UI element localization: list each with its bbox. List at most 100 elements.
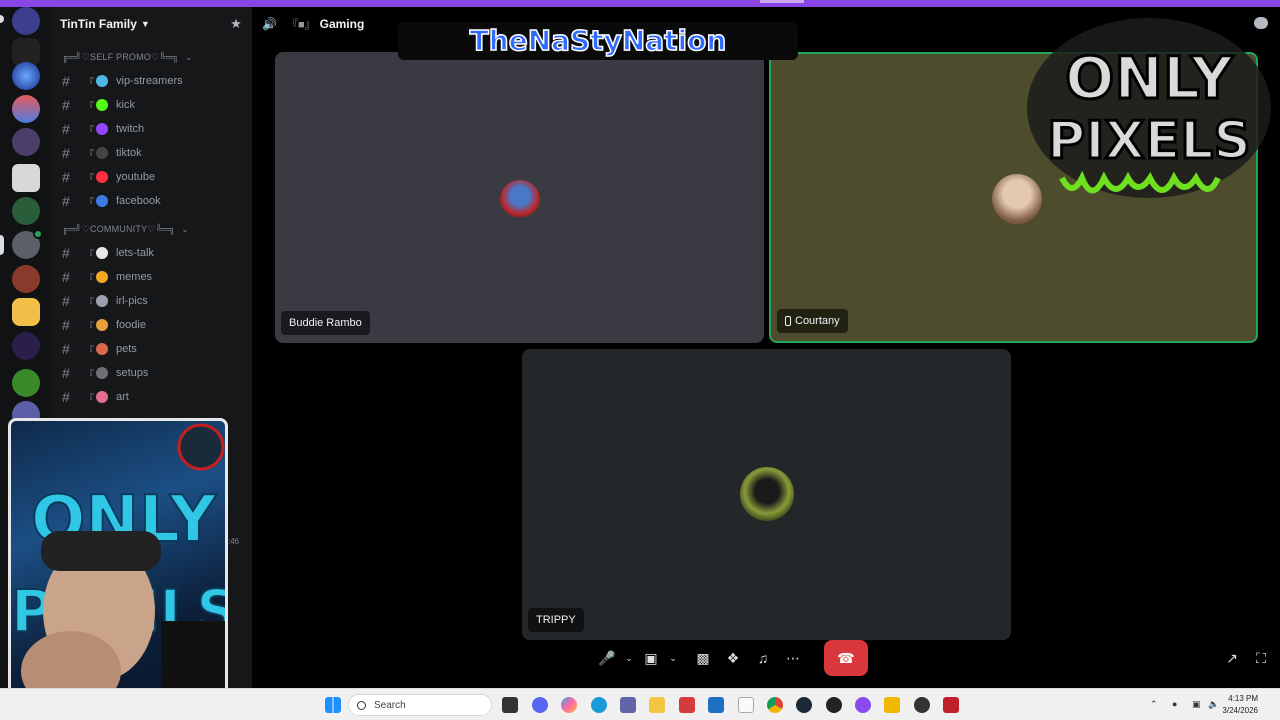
channel-item[interactable]: # 『 foodie: [52, 313, 252, 337]
taskbar-search[interactable]: Search: [348, 694, 492, 716]
server-icon-7[interactable]: [12, 197, 40, 225]
task-view-icon[interactable]: [502, 697, 518, 713]
channel-bracket: 『: [84, 321, 94, 333]
edge-icon[interactable]: [591, 697, 607, 713]
server-icon-6[interactable]: [12, 164, 40, 192]
notepad-icon[interactable]: [738, 697, 754, 713]
channel-label: youtube: [116, 171, 156, 183]
server-icon-9[interactable]: [12, 265, 40, 293]
participant-nameplate: TRIPPY: [528, 608, 584, 632]
channel-emoji-icon: [96, 171, 108, 183]
hashtag-icon: #: [62, 389, 70, 405]
tray-chevron-icon[interactable]: ⌃: [1150, 699, 1158, 710]
taskbar-clock[interactable]: 4:13 PM 3/24/2026: [1222, 693, 1258, 717]
app-blue-icon[interactable]: [708, 697, 724, 713]
channel-item[interactable]: # 『 irl-pics: [52, 289, 252, 313]
channel-label: kick: [116, 99, 135, 111]
nasty-nation-banner: TheNaStyNation: [398, 22, 798, 60]
category-self-promo[interactable]: ╔═╝♡SELF PROMO♡╚═╗ ⌄: [52, 45, 252, 69]
channel-bracket: 『: [84, 297, 94, 309]
channel-item[interactable]: # 『 tiktok: [52, 141, 252, 165]
search-placeholder: Search: [374, 699, 406, 711]
channel-item[interactable]: # 『 pets: [52, 337, 252, 361]
disconnect-button[interactable]: ☎: [824, 640, 868, 676]
hashtag-icon: #: [62, 365, 70, 381]
soundboard-icon[interactable]: ♫: [748, 642, 778, 674]
speaker-icon: 🔊: [262, 17, 277, 31]
app-purple-icon[interactable]: [855, 697, 871, 713]
add-member-icon[interactable]: ★: [228, 17, 244, 31]
category-community[interactable]: ╔═╝♡COMMUNITY♡╚═╗ ⌄: [52, 217, 252, 241]
hashtag-icon: #: [62, 317, 70, 333]
channel-label: foodie: [116, 319, 146, 331]
app-g-icon[interactable]: [826, 697, 842, 713]
category-label: ╔═╝♡SELF PROMO♡╚═╗: [62, 51, 180, 62]
channel-bracket: 『: [84, 369, 94, 381]
microphone-icon[interactable]: 🎤: [592, 642, 622, 674]
channel-item[interactable]: # 『 art: [52, 385, 252, 409]
channel-emoji-icon: [96, 319, 108, 331]
activities-icon[interactable]: ❖: [718, 642, 748, 674]
rockstar-icon[interactable]: [884, 697, 900, 713]
webcam-scene: ONLY PIXELS: [11, 423, 225, 707]
channel-bracket: 『: [84, 149, 94, 161]
obs-icon[interactable]: [914, 697, 930, 713]
copilot-icon[interactable]: [561, 697, 577, 713]
channel-item[interactable]: # 『 facebook: [52, 189, 252, 213]
channel-label: tiktok: [116, 147, 142, 159]
server-icon-5[interactable]: [12, 128, 40, 156]
server-icon-12[interactable]: [12, 369, 40, 397]
channel-label: memes: [116, 271, 153, 283]
only-pixels-logo: ONLY PIXELS: [1027, 18, 1271, 198]
channel-item[interactable]: # 『 lets-talk: [52, 241, 252, 265]
server-icon-10[interactable]: [12, 298, 40, 326]
fullscreen-icon[interactable]: ⛶: [1252, 650, 1270, 668]
channel-label: irl-pics: [116, 295, 148, 307]
app-red-icon[interactable]: [679, 697, 695, 713]
guild-header[interactable]: TinTin Family ▼ ★: [52, 7, 252, 41]
hashtag-icon: #: [62, 245, 70, 261]
server-pill: [0, 15, 4, 23]
file-explorer-icon[interactable]: [649, 697, 665, 713]
hashtag-icon: #: [62, 293, 70, 309]
channel-item[interactable]: # 『 vip-streamers: [52, 69, 252, 93]
popout-icon[interactable]: ↗: [1223, 650, 1241, 668]
tray-mic-icon[interactable]: ●: [1172, 699, 1177, 709]
channel-item[interactable]: # 『 youtube: [52, 165, 252, 189]
chevron-down-icon: ⌄: [185, 51, 193, 62]
channel-item[interactable]: # 『 memes: [52, 265, 252, 289]
steam-icon[interactable]: [796, 697, 812, 713]
channel-bracket: 『: [84, 173, 94, 185]
call-controls: 🎤 ⌄ ▣ ⌄ ▩ ❖ ♫ ⋯ ☎: [592, 638, 942, 678]
chevron-down-icon[interactable]: ⌄: [622, 642, 636, 674]
teams-icon[interactable]: [620, 697, 636, 713]
hashtag-icon: #: [62, 193, 70, 209]
chevron-down-icon[interactable]: ⌄: [666, 642, 680, 674]
participant-nameplate: Buddie Rambo: [281, 311, 370, 335]
server-icon-8[interactable]: [12, 229, 43, 259]
server-icon-1[interactable]: [12, 7, 40, 35]
title-notch: [760, 0, 804, 3]
channel-label: setups: [116, 367, 149, 379]
hashtag-icon: #: [62, 121, 70, 137]
tray-volume-icon[interactable]: 🔈: [1208, 699, 1219, 710]
camera-off-icon[interactable]: ▣: [636, 642, 666, 674]
screen-share-icon[interactable]: ▩: [688, 642, 718, 674]
channel-item[interactable]: # 『 kick: [52, 93, 252, 117]
channel-bracket: 『■』: [286, 19, 316, 31]
server-icon-4[interactable]: [12, 95, 40, 123]
channel-item[interactable]: # 『 twitch: [52, 117, 252, 141]
chrome-icon[interactable]: [767, 697, 783, 713]
participant-tile-1[interactable]: Buddie Rambo: [275, 52, 764, 343]
channel-item[interactable]: # 『 setups: [52, 361, 252, 385]
server-icon-11[interactable]: [12, 332, 40, 360]
server-icon-3[interactable]: [12, 62, 40, 90]
app-acrobat-icon[interactable]: [943, 697, 959, 713]
discord-taskbar-icon[interactable]: [532, 697, 548, 713]
hashtag-icon: #: [62, 73, 70, 89]
more-options-icon[interactable]: ⋯: [778, 642, 808, 674]
participant-tile-3[interactable]: TRIPPY: [522, 349, 1011, 640]
channel-emoji-icon: [96, 195, 108, 207]
tray-network-icon[interactable]: ▣: [1192, 699, 1201, 710]
start-icon[interactable]: [325, 697, 341, 713]
